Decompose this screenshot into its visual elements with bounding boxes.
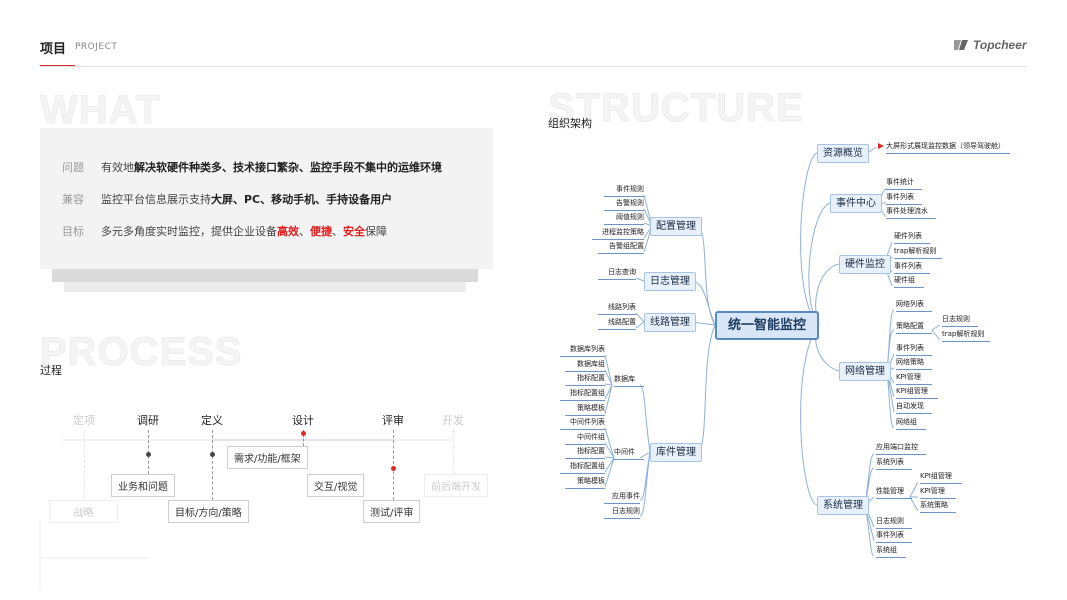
leaf-lib-mw-metric: 指标配置: [565, 447, 605, 459]
leaf-net-policy-config: 策略配置: [896, 322, 932, 334]
leaf-net-log-rule: 日志规则: [942, 315, 978, 327]
leaf-net-events: 事件列表: [896, 344, 932, 356]
leaf-hw-list: 硬件列表: [894, 232, 930, 244]
mindmap-root: 统一智能监控: [715, 311, 819, 340]
leaf-sys-list: 系统列表: [876, 458, 912, 470]
leaf-net-discovery: 自动发现: [896, 402, 932, 414]
leaf-line-list: 线路列表: [598, 303, 636, 315]
leaf-sys-strategy: 系统策略: [920, 501, 956, 513]
leaf-log-query: 日志查询: [598, 268, 636, 280]
leaf-net-list: 网络列表: [896, 300, 932, 312]
leaf-hw-group: 硬件组: [894, 276, 924, 288]
leaf-lib-mw-group: 中间件组: [565, 433, 605, 445]
branch-line-management: 线路管理: [644, 313, 696, 332]
branch-system-management: 系统管理: [817, 496, 869, 515]
leaf-lib-middleware: 中间件: [614, 448, 644, 460]
leaf-resource-dashboard: 大屏形式展现监控数据（领导驾驶舱）: [886, 142, 1010, 154]
leaf-sys-port: 应用端口监控: [876, 443, 926, 455]
branch-event-center: 事件中心: [830, 194, 882, 213]
leaf-cfg-alarm-rule: 告警规则: [604, 199, 644, 211]
leaf-sys-kpi-group: KPI组管理: [920, 472, 962, 484]
leaf-net-kpi: KPI管理: [896, 373, 932, 385]
flag-icon: [878, 143, 884, 149]
leaf-cfg-alarm-group: 告警组配置: [598, 242, 644, 254]
leaf-lib-mw-metric-group: 指标配置组: [560, 462, 605, 474]
leaf-cfg-event-rule: 事件规则: [604, 185, 644, 197]
leaf-cfg-process: 进程监控策略: [592, 228, 644, 240]
leaf-hw-events: 事件列表: [894, 262, 930, 274]
leaf-line-config: 线路配置: [598, 318, 636, 330]
leaf-sys-group: 系统组: [876, 546, 906, 558]
leaf-lib-database: 数据库: [614, 375, 644, 387]
leaf-lib-db-group: 数据库组: [565, 360, 605, 372]
leaf-lib-db-template: 策略模板: [565, 404, 605, 416]
leaf-event-stats: 事件统计: [886, 178, 922, 190]
leaf-net-group: 网络组: [896, 418, 926, 430]
leaf-sys-performance: 性能管理: [876, 487, 912, 499]
leaf-lib-log-rules: 日志规则: [604, 507, 640, 519]
branch-library-management: 库件管理: [650, 443, 702, 462]
leaf-lib-db-metric: 指标配置: [565, 374, 605, 386]
leaf-cfg-threshold: 阈值规则: [604, 213, 644, 225]
leaf-net-trap: trap解析规则: [942, 330, 990, 342]
leaf-sys-kpi: KPI管理: [920, 487, 956, 499]
leaf-lib-db-metric-group: 指标配置组: [560, 389, 605, 401]
leaf-lib-mw-template: 策略模板: [565, 477, 605, 489]
branch-resource-overview: 资源概览: [817, 144, 869, 163]
leaf-sys-log-rule: 日志规则: [876, 517, 912, 529]
leaf-event-flow: 事件处理流水: [886, 207, 936, 219]
leaf-event-list: 事件列表: [886, 193, 922, 205]
leaf-hw-trap: trap解析规则: [894, 247, 942, 259]
branch-config-management: 配置管理: [650, 217, 702, 236]
branch-hardware-monitor: 硬件监控: [839, 255, 891, 274]
leaf-net-strategy: 网络策略: [896, 358, 932, 370]
leaf-net-kpi-group: KPI组管理: [896, 387, 938, 399]
branch-network-management: 网络管理: [839, 362, 891, 381]
leaf-lib-app-events: 应用事件: [604, 492, 640, 504]
branch-log-management: 日志管理: [644, 272, 696, 291]
leaf-lib-db-list: 数据库列表: [560, 345, 605, 357]
leaf-lib-mw-list: 中间件列表: [560, 418, 605, 430]
leaf-sys-events: 事件列表: [876, 531, 912, 543]
